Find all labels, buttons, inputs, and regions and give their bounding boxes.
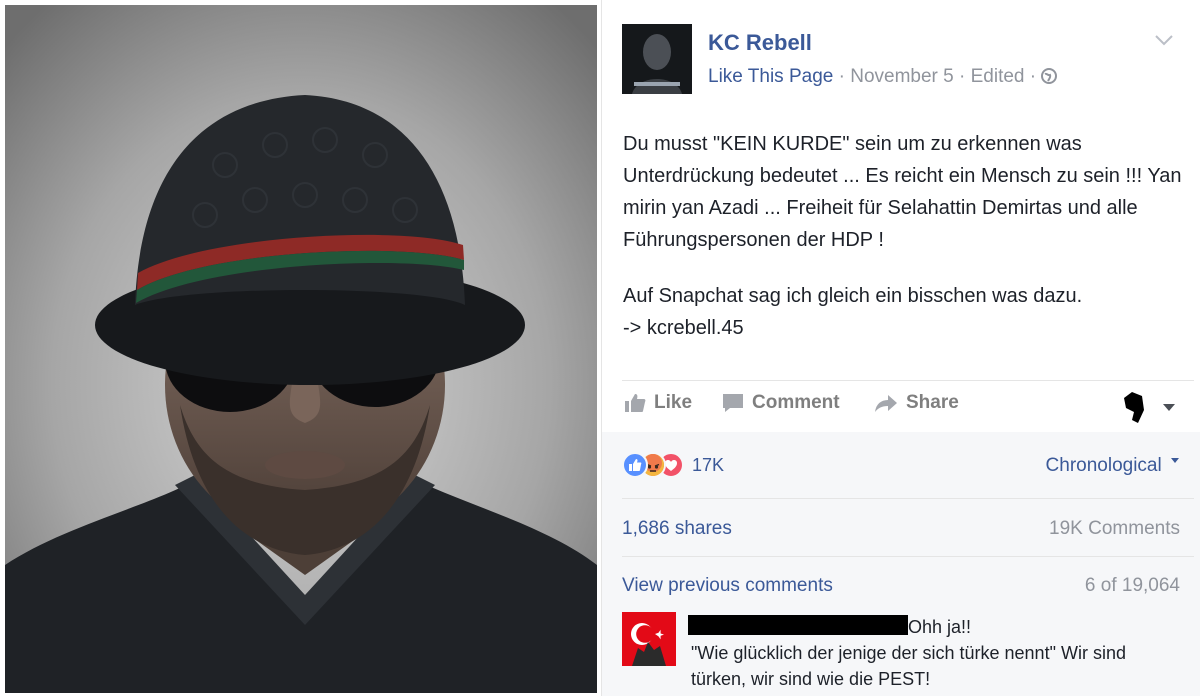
meta-separator: · — [953, 66, 971, 87]
globe-icon — [1041, 68, 1058, 90]
like-label: Like — [654, 392, 693, 413]
meta-separator: · — [833, 66, 851, 87]
caret-down-icon — [1163, 404, 1175, 411]
comment-quote: "Wie glücklich der jenige der sich türke… — [691, 643, 1126, 689]
comment-line: Ohh ja!! — [908, 617, 972, 637]
post-date[interactable]: November 5 — [850, 66, 954, 87]
share-button[interactable]: Share — [874, 392, 959, 414]
reaction-count[interactable]: 17K — [692, 455, 724, 476]
reactions-summary[interactable]: 17K — [622, 452, 724, 478]
comment-icon — [723, 394, 743, 412]
comment-position: 6 of 19,064 — [1084, 575, 1180, 596]
page-name[interactable]: KC Rebell — [708, 30, 812, 56]
comment-body: Ohh ja!! "Wie glücklich der jenige der s… — [691, 614, 1181, 692]
sort-comments-dropdown[interactable]: Chronological — [1046, 455, 1180, 477]
meta-separator: · — [1024, 66, 1042, 87]
divider — [622, 556, 1194, 557]
profile-photo — [5, 5, 597, 693]
comments-count[interactable]: 19K Comments — [1049, 518, 1180, 540]
like-button[interactable]: Like — [624, 392, 692, 414]
comment-label: Comment — [752, 392, 840, 413]
commenter-avatar[interactable] — [622, 612, 676, 666]
post-line: Auf Snapchat sag ich gleich ein bisschen… — [623, 285, 1083, 307]
post-body: Du musst "KEIN KURDE" sein um zu erkenne… — [623, 128, 1193, 344]
chevron-down-icon[interactable] — [1154, 30, 1174, 51]
view-previous-comments-link[interactable]: View previous comments — [622, 575, 833, 597]
post-paragraph: Auf Snapchat sag ich gleich ein bisschen… — [623, 280, 1193, 344]
sort-label: Chronological — [1045, 455, 1162, 476]
facebook-post: KC Rebell Like This Page · November 5 · … — [601, 0, 1200, 696]
like-page-link[interactable]: Like This Page — [708, 66, 833, 87]
divider — [622, 498, 1194, 499]
comment-button[interactable]: Comment — [722, 392, 840, 414]
post-as-selector[interactable] — [1122, 390, 1176, 424]
page-avatar[interactable] — [622, 24, 692, 94]
thumbs-up-icon — [625, 394, 646, 412]
turkish-flag-icon — [622, 612, 676, 666]
share-arrow-icon — [875, 395, 897, 412]
like-icon — [622, 452, 648, 478]
post-paragraph: Du musst "KEIN KURDE" sein um zu erkenne… — [623, 133, 1182, 251]
edited-label[interactable]: Edited — [971, 66, 1025, 87]
profile-avatar-icon — [1124, 392, 1144, 423]
man-in-hat-illustration — [5, 5, 597, 693]
divider — [622, 380, 1194, 381]
action-bar: Like Comment Share — [622, 390, 1194, 424]
caret-down-icon — [1171, 458, 1179, 463]
share-label: Share — [906, 392, 959, 413]
shares-count[interactable]: 1,686 shares — [622, 518, 732, 540]
post-meta: Like This Page · November 5 · Edited · — [708, 66, 1058, 90]
album-cover-thumbnail — [622, 24, 692, 94]
snapchat-handle: -> kcrebell.45 — [623, 317, 744, 339]
